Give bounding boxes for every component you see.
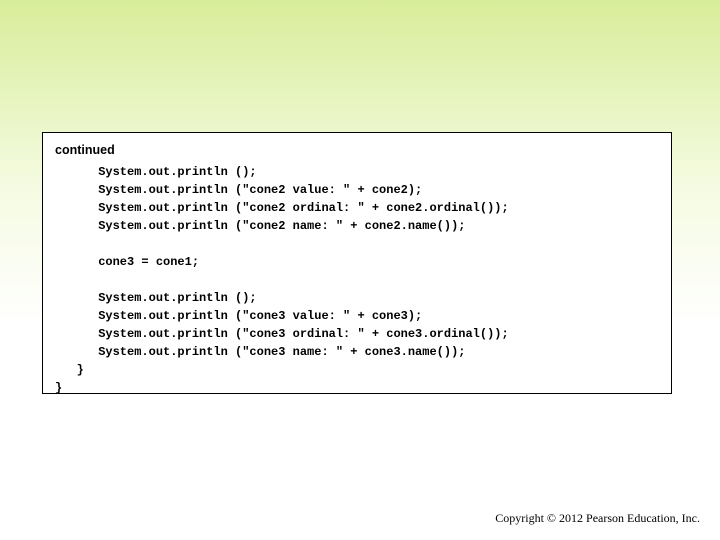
code-line: System.out.println ("cone3 name: " + con… (55, 345, 465, 359)
code-line: System.out.println ("cone3 ordinal: " + … (55, 327, 509, 341)
code-line: System.out.println ("cone2 name: " + con… (55, 219, 465, 233)
code-line: } (55, 381, 62, 395)
code-line: System.out.println ("cone2 ordinal: " + … (55, 201, 509, 215)
code-line: System.out.println (); (55, 165, 257, 179)
code-line: cone3 = cone1; (55, 255, 199, 269)
copyright-text: Copyright © 2012 Pearson Education, Inc. (495, 511, 700, 526)
code-line: System.out.println ("cone3 value: " + co… (55, 309, 422, 323)
continued-label: continued (55, 143, 659, 157)
code-line: System.out.println ("cone2 value: " + co… (55, 183, 422, 197)
code-box: continued System.out.println (); System.… (42, 132, 672, 394)
code-line: } (55, 363, 84, 377)
code-block: System.out.println (); System.out.printl… (55, 163, 659, 397)
code-line: System.out.println (); (55, 291, 257, 305)
